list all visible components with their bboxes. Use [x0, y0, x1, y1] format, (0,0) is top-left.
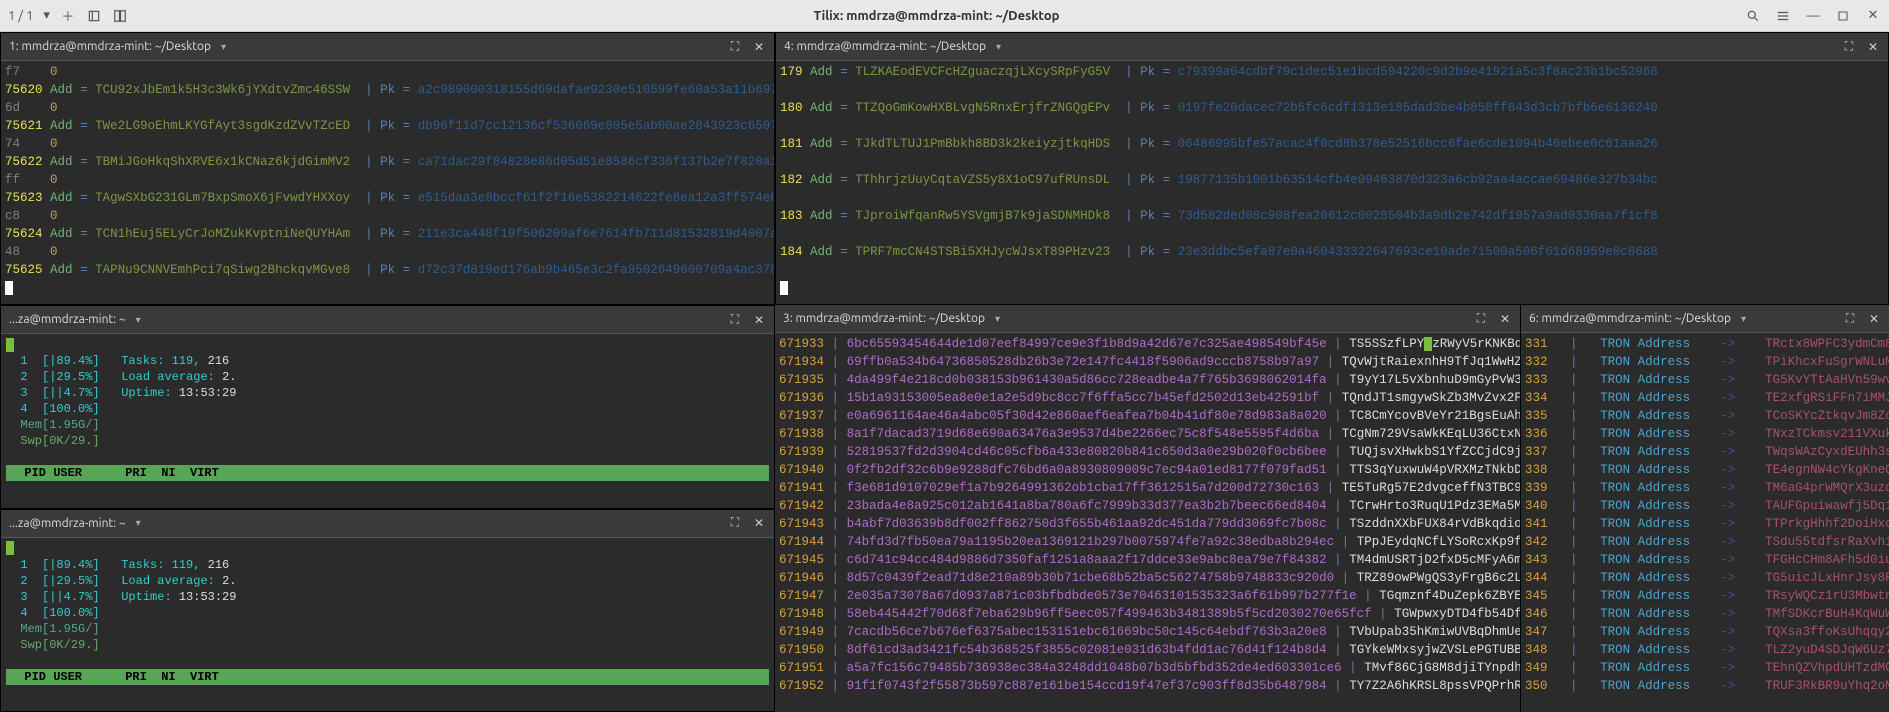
search-icon[interactable]	[1745, 8, 1761, 24]
terminal-output[interactable]: 671933 | 6bc65593454644de1d07eef84997ce9…	[775, 333, 1520, 712]
close-pane-icon[interactable]: ✕	[752, 516, 766, 530]
pane-title[interactable]: ...za@mmdrza-mint: ~	[9, 517, 141, 530]
close-pane-icon[interactable]: ✕	[1867, 312, 1881, 326]
close-pane-icon[interactable]: ✕	[1866, 40, 1880, 54]
fullscreen-icon[interactable]: ⛶	[728, 313, 742, 327]
maximize-icon[interactable]	[1835, 8, 1851, 24]
terminal-output[interactable]: 331 | TRON Address -> TRctx8WPFC3ydmCm8F…	[1521, 333, 1889, 712]
plus-icon[interactable]: ＋	[60, 8, 76, 24]
terminal-output[interactable]: f7 075620 Add = TCU92xJbEm1k5H3c3Wk6jYXd…	[1, 61, 774, 304]
session-counter[interactable]: 1 / 1	[8, 9, 33, 23]
pane-header-1: 1: mmdrza@mmdrza-mint: ~/Desktop ⛶ ✕	[1, 33, 774, 61]
close-icon[interactable]: ✕	[1865, 8, 1881, 24]
pane-title[interactable]: 3: mmdrza@mmdrza-mint: ~/Desktop	[783, 312, 1000, 325]
close-pane-icon[interactable]: ✕	[1498, 312, 1512, 326]
new-window-icon[interactable]	[86, 8, 102, 24]
window-titlebar: 1 / 1 ▾ ＋ Tilix: mmdrza@mmdrza-mint: ~/D…	[0, 0, 1889, 32]
menu-icon[interactable]	[1775, 8, 1791, 24]
fullscreen-icon[interactable]: ⛶	[1842, 40, 1856, 54]
pane-title[interactable]: ...za@mmdrza-mint: ~	[9, 313, 141, 326]
terminal-pane-1[interactable]: 1: mmdrza@mmdrza-mint: ~/Desktop ⛶ ✕ f7 …	[0, 32, 775, 305]
terminal-output[interactable]: 179 Add = TLZKAEodEVCFcHZguaczqjLXcySRpF…	[776, 61, 1888, 304]
terminal-pane-3[interactable]: 3: mmdrza@mmdrza-mint: ~/Desktop ⛶ ✕ 671…	[775, 305, 1520, 712]
pane-header-local-a: ...za@mmdrza-mint: ~ ⛶ ✕	[1, 306, 774, 334]
close-pane-icon[interactable]: ✕	[752, 40, 766, 54]
terminal-pane-htop-b[interactable]: ...za@mmdrza-mint: ~ ⛶ ✕ 1 [|89.4%] Task…	[0, 509, 775, 712]
htop-output[interactable]: 1 [|89.4%] Tasks: 119, 216 2 [|29.5%] Lo…	[1, 538, 774, 688]
terminal-pane-4[interactable]: 4: mmdrza@mmdrza-mint: ~/Desktop ⛶ ✕ 179…	[775, 32, 1889, 305]
htop-output[interactable]: 1 [|89.4%] Tasks: 119, 216 2 [|29.5%] Lo…	[1, 334, 774, 484]
pane-title[interactable]: 4: mmdrza@mmdrza-mint: ~/Desktop	[784, 40, 1001, 53]
fullscreen-icon[interactable]: ⛶	[1843, 312, 1857, 326]
terminal-pane-htop-a[interactable]: ...za@mmdrza-mint: ~ ⛶ ✕ 1 [|89.4%] Task…	[0, 305, 775, 509]
dropdown-chev[interactable]: ▾	[43, 8, 50, 23]
fullscreen-icon[interactable]: ⛶	[728, 40, 742, 54]
fullscreen-icon[interactable]: ⛶	[1474, 312, 1488, 326]
pane-title[interactable]: 6: mmdrza@mmdrza-mint: ~/Desktop	[1529, 312, 1746, 325]
window-title: Tilix: mmdrza@mmdrza-mint: ~/Desktop	[128, 9, 1745, 23]
pane-header-6: 6: mmdrza@mmdrza-mint: ~/Desktop ⛶ ✕	[1521, 305, 1889, 333]
pane-title[interactable]: 1: mmdrza@mmdrza-mint: ~/Desktop	[9, 40, 226, 53]
pane-header-local-b: ...za@mmdrza-mint: ~ ⛶ ✕	[1, 510, 774, 538]
terminal-pane-6[interactable]: 6: mmdrza@mmdrza-mint: ~/Desktop ⛶ ✕ 331…	[1520, 305, 1889, 712]
split-icon[interactable]	[112, 8, 128, 24]
close-pane-icon[interactable]: ✕	[752, 313, 766, 327]
pane-header-3: 3: mmdrza@mmdrza-mint: ~/Desktop ⛶ ✕	[775, 305, 1520, 333]
minimize-icon[interactable]: —	[1805, 8, 1821, 24]
pane-header-4: 4: mmdrza@mmdrza-mint: ~/Desktop ⛶ ✕	[776, 33, 1888, 61]
fullscreen-icon[interactable]: ⛶	[728, 516, 742, 530]
